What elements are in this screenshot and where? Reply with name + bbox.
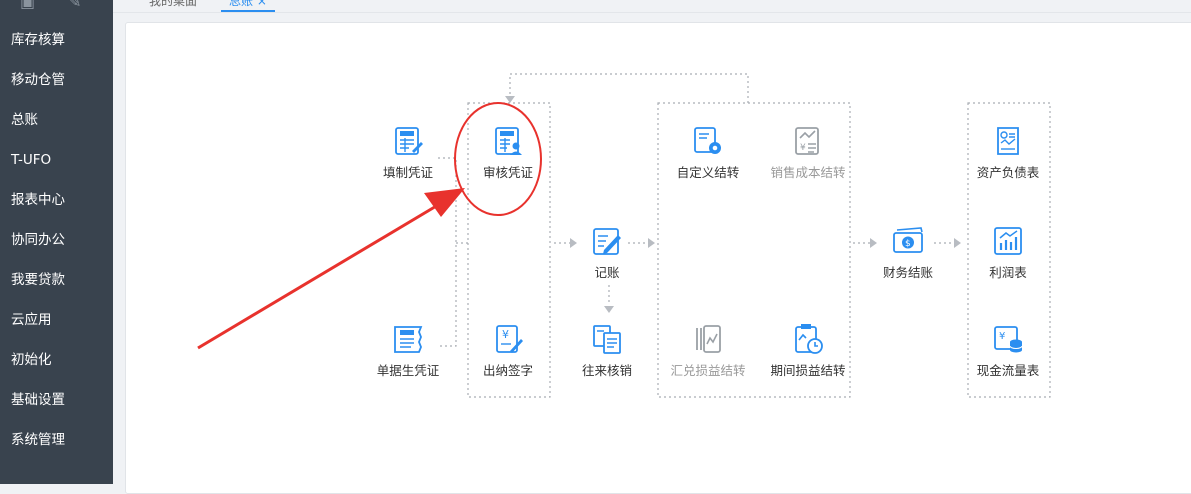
sidebar-item-loan[interactable]: 我要贷款 — [0, 260, 113, 300]
sidebar-item-report-center[interactable]: 报表中心 — [0, 180, 113, 220]
node-label: 利润表 — [989, 265, 1027, 280]
tab-my-desktop[interactable]: 我的桌面 — [149, 0, 197, 10]
node-label: 审核凭证 — [482, 165, 533, 180]
node-balance-sheet[interactable]: 资产负债表 — [953, 124, 1063, 181]
fx-transfer-icon — [696, 325, 721, 353]
balance-sheet-icon — [997, 127, 1019, 155]
sidebar-item-collaboration[interactable]: 协同办公 — [0, 220, 113, 260]
node-label: 现金流量表 — [976, 363, 1040, 378]
node-audit-voucher[interactable]: 审核凭证 — [453, 124, 563, 181]
period-pl-icon — [795, 324, 823, 354]
sidebar-item-t-ufo[interactable]: T-UFO — [0, 140, 113, 180]
clipboard-icon[interactable]: ▣ — [20, 0, 35, 11]
node-cashier-sign[interactable]: ¥ 出纳签字 — [453, 322, 563, 379]
node-period-pl-transfer[interactable]: 期间损益结转 — [753, 322, 863, 379]
node-sales-cost-transfer[interactable]: ¥ 销售成本结转 — [753, 124, 863, 181]
sidebar-item-general-ledger[interactable]: 总账 — [0, 100, 113, 140]
node-label: 往来核销 — [581, 363, 632, 378]
cash-flow-icon: ¥ — [994, 326, 1023, 353]
node-fill-voucher[interactable]: 填制凭证 — [353, 124, 463, 181]
post-ledger-icon — [593, 228, 621, 255]
sidebar-item-mobile-warehouse[interactable]: 移动仓管 — [0, 60, 113, 100]
node-label: 销售成本结转 — [770, 165, 846, 180]
node-label: 记账 — [594, 265, 620, 280]
sidebar-item-basic-settings[interactable]: 基础设置 — [0, 380, 113, 420]
node-document-voucher[interactable]: 单据生凭证 — [353, 322, 463, 379]
node-writeoff[interactable]: 往来核销 — [552, 322, 662, 379]
node-label: 出纳签字 — [482, 363, 533, 378]
node-label: 期间损益结转 — [770, 363, 846, 378]
node-fx-transfer[interactable]: 汇兑损益结转 — [653, 322, 763, 379]
node-income-statement[interactable]: 利润表 — [953, 224, 1063, 281]
money-closing-icon: $ — [893, 227, 923, 253]
sidebar-item-cloud-apps[interactable]: 云应用 — [0, 300, 113, 340]
sidebar-item-system-management[interactable]: 系统管理 — [0, 420, 113, 460]
sidebar-item-initialization[interactable]: 初始化 — [0, 340, 113, 380]
node-label: 财务结账 — [882, 265, 933, 280]
node-label: 单据生凭证 — [376, 363, 440, 378]
node-custom-transfer[interactable]: 自定义结转 — [653, 124, 763, 181]
node-post[interactable]: 记账 — [552, 224, 662, 281]
node-cash-flow[interactable]: ¥ 现金流量表 — [953, 322, 1063, 379]
voucher-edit-icon — [395, 127, 423, 155]
sales-cost-icon: ¥ — [795, 127, 819, 155]
tab-general-ledger[interactable]: 总账 × — [221, 0, 275, 12]
svg-text:$: $ — [905, 239, 911, 249]
node-label: 汇兑损益结转 — [670, 363, 746, 378]
sidebar-top-icons: ▣ ✎ — [0, 0, 113, 14]
sidebar-item-inventory[interactable]: 库存核算 — [0, 20, 113, 60]
bar-chart-icon — [994, 227, 1022, 255]
svg-text:¥: ¥ — [502, 328, 509, 341]
node-label: 资产负债表 — [976, 165, 1040, 180]
sidebar: ▣ ✎ 库存核算 移动仓管 总账 T-UFO 报表中心 协同办公 我要贷款 云应… — [0, 0, 113, 484]
tab-bar: 我的桌面 总账 × — [113, 0, 1191, 13]
svg-text:¥: ¥ — [800, 143, 806, 153]
custom-transfer-icon — [694, 127, 721, 154]
node-closing[interactable]: $ 财务结账 — [853, 224, 963, 281]
writeoff-icon — [593, 325, 621, 354]
svg-text:¥: ¥ — [999, 331, 1005, 342]
voucher-audit-icon — [495, 127, 522, 155]
node-label: 填制凭证 — [382, 165, 433, 180]
document-voucher-icon — [394, 326, 423, 353]
cashier-sign-icon: ¥ — [496, 325, 523, 353]
node-label: 自定义结转 — [676, 165, 740, 180]
edit-icon[interactable]: ✎ — [68, 0, 81, 11]
